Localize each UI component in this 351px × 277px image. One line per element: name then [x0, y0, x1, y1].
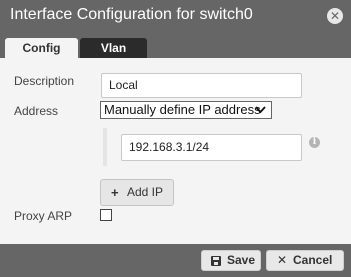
- ip-group-indicator: [103, 128, 107, 166]
- save-button[interactable]: Save: [201, 250, 261, 271]
- dialog-title: Interface Configuration for switch0: [10, 6, 253, 23]
- info-icon[interactable]: i: [309, 137, 320, 148]
- cancel-button-label: Cancel: [293, 253, 333, 267]
- add-ip-button[interactable]: + Add IP: [100, 179, 174, 206]
- description-input[interactable]: Local: [101, 73, 302, 98]
- dialog-titlebar: Interface Configuration for switch0 ✕: [0, 0, 351, 34]
- cancel-button[interactable]: ✕ Cancel: [266, 250, 344, 271]
- description-label: Description: [14, 74, 75, 88]
- proxy-arp-checkbox[interactable]: [100, 209, 112, 221]
- interface-config-dialog: Interface Configuration for switch0 ✕ Co…: [0, 0, 351, 277]
- plus-icon: +: [111, 185, 119, 200]
- dialog-footer: Save ✕ Cancel: [0, 244, 351, 277]
- save-button-label: Save: [227, 253, 256, 267]
- address-mode-select[interactable]: Manually define IP address: [100, 101, 272, 119]
- address-mode-value: Manually define IP address: [104, 102, 261, 117]
- add-ip-label: Add IP: [127, 185, 164, 199]
- tab-vlan[interactable]: Vlan: [80, 38, 147, 58]
- x-icon: ✕: [277, 253, 288, 267]
- address-label: Address: [14, 104, 59, 118]
- proxy-arp-label: Proxy ARP: [14, 209, 73, 223]
- tab-bar: Config Vlan: [0, 34, 351, 58]
- ip-address-input[interactable]: 192.168.3.1/24: [121, 134, 302, 161]
- chevron-down-icon: [255, 104, 266, 121]
- floppy-disk-icon: [211, 256, 221, 266]
- close-icon[interactable]: ✕: [327, 8, 343, 24]
- tab-config[interactable]: Config: [5, 38, 78, 58]
